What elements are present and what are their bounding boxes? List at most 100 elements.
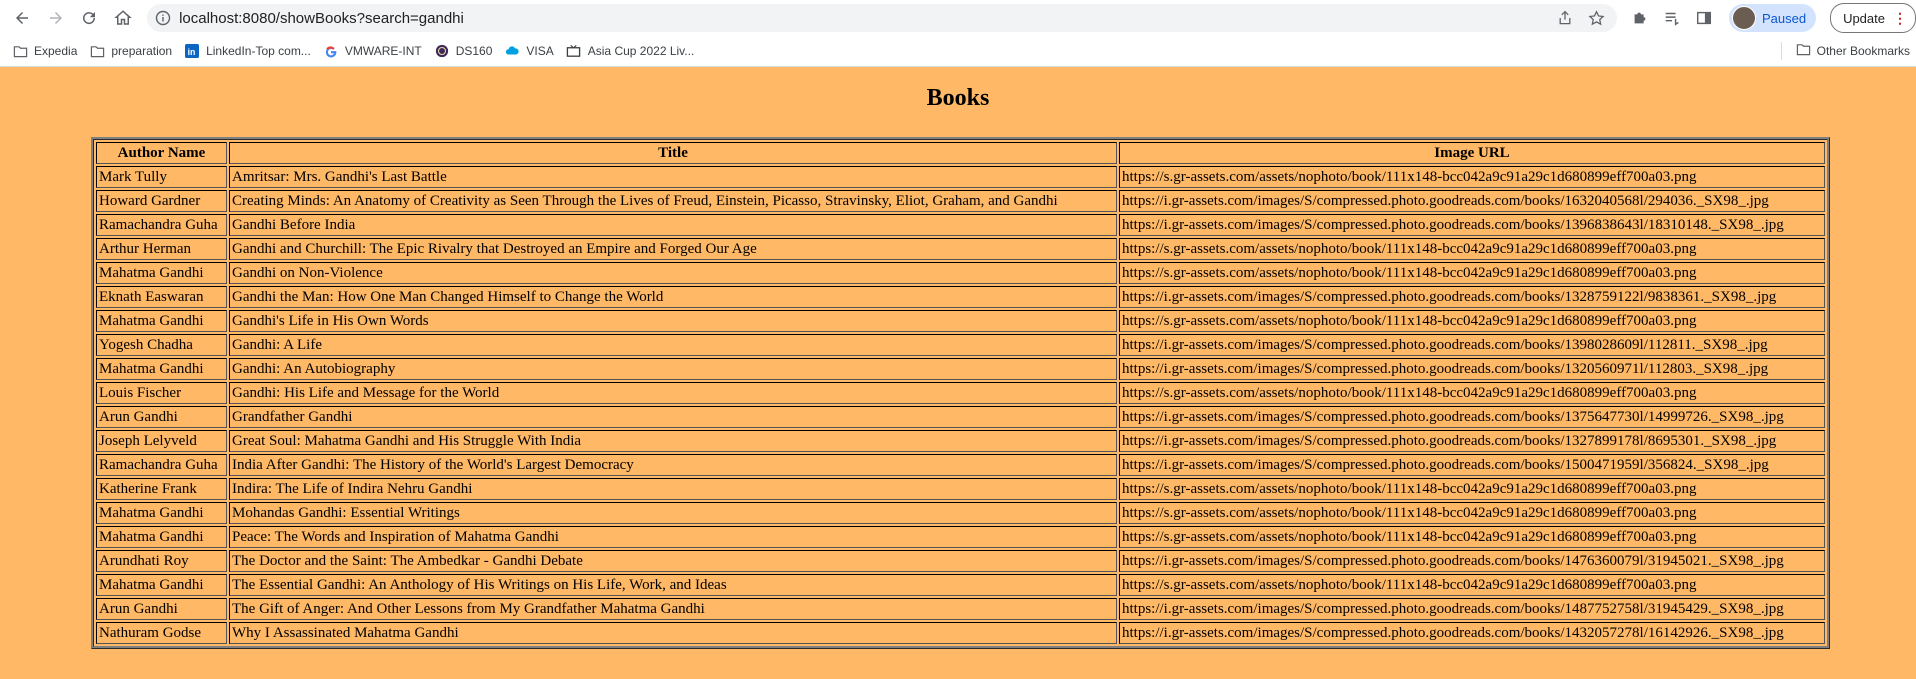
title-cell: Creating Minds: An Anatomy of Creativity… [229,190,1117,212]
table-row: Ramachandra Guha Gandhi Before India https… [96,214,1825,236]
table-row: Joseph Lelyveld Great Soul: Mahatma Gandh… [96,430,1825,452]
bookmark-label: preparation [111,44,173,58]
extensions-puzzle-icon[interactable] [1629,7,1651,29]
image-url-cell: https://i.gr-assets.com/images/S/compres… [1119,286,1825,308]
author-cell: Louis Fischer [96,382,227,404]
table-row: Nathuram Godse Why I Assassinated Mahatma… [96,622,1825,644]
forward-button[interactable] [42,4,70,32]
bookmark-preparation[interactable]: preparation [89,43,172,59]
bookmark-label: VISA [526,44,554,58]
column-header-author: Author Name [96,142,227,164]
bookmark-label: DS160 [455,44,493,58]
bookmark-label: LinkedIn-Top com... [206,44,311,58]
title-cell: The Doctor and the Saint: The Ambedkar -… [229,550,1117,572]
title-cell: Gandhi on Non-Violence [229,262,1117,284]
image-url-cell: https://s.gr-assets.com/assets/nophoto/b… [1119,166,1825,188]
address-bar[interactable] [147,4,1617,32]
bookmark-asia-cup[interactable]: Asia Cup 2022 Liv... [566,43,695,59]
linkedin-icon: in [184,43,200,59]
bookmark-visa[interactable]: VISA [504,43,554,59]
title-cell: India After Gandhi: The History of the W… [229,454,1117,476]
page-content: Books Author Name Title Image URL Mark T… [0,67,1916,649]
seal-icon [434,43,450,59]
bookmarks-bar: Expedia preparation in LinkedIn-Top com.… [0,36,1916,67]
table-row: Eknath Easwaran Gandhi the Man: How One M… [96,286,1825,308]
title-cell: The Essential Gandhi: An Anthology of Hi… [229,574,1117,596]
home-icon [114,10,132,25]
share-icon[interactable] [1555,8,1575,28]
author-cell: Eknath Easwaran [96,286,227,308]
author-cell: Mahatma Gandhi [96,310,227,332]
site-info-icon[interactable] [155,10,171,26]
title-cell: Gandhi's Life in His Own Words [229,310,1117,332]
update-button[interactable]: Update ⋮ [1830,3,1916,33]
author-cell: Arun Gandhi [96,406,227,428]
bookmark-ds160[interactable]: DS160 [434,43,493,59]
browser-chrome: Paused Update ⋮ Expedia preparation in L [0,0,1916,67]
image-url-cell: https://i.gr-assets.com/images/S/compres… [1119,334,1825,356]
bookmark-label: Expedia [34,44,78,58]
author-cell: Mahatma Gandhi [96,358,227,380]
profile-button[interactable]: Paused [1728,4,1817,32]
table-row: Mahatma Gandhi Mohandas Gandhi: Essential… [96,502,1825,524]
url-input[interactable] [179,9,1480,27]
image-url-cell: https://i.gr-assets.com/images/S/compres… [1119,190,1825,212]
reload-button[interactable] [76,4,104,32]
image-url-cell: https://i.gr-assets.com/images/S/compres… [1119,214,1825,236]
table-row: Yogesh Chadha Gandhi: A Life https://i.gr-… [96,334,1825,356]
table-row: Ramachandra Guha India After Gandhi: The … [96,454,1825,476]
author-cell: Arthur Herman [96,238,227,260]
bookmark-label: VMWARE-INT [344,44,422,58]
bookmark-expedia[interactable]: Expedia [12,43,77,59]
title-cell: Gandhi the Man: How One Man Changed Hims… [229,286,1117,308]
author-cell: Arun Gandhi [96,598,227,620]
table-row: Louis Fischer Gandhi: His Life and Messag… [96,382,1825,404]
author-cell: Ramachandra Guha [96,214,227,236]
title-cell: Amritsar: Mrs. Gandhi's Last Battle [229,166,1117,188]
bookmark-star-icon[interactable] [1587,8,1607,28]
title-cell: Why I Assassinated Mahatma Gandhi [229,622,1117,644]
folder-icon [12,43,28,59]
image-url-cell: https://s.gr-assets.com/assets/nophoto/b… [1119,382,1825,404]
author-cell: Joseph Lelyveld [96,430,227,452]
table-row: Arun Gandhi Grandfather Gandhi https://i.g… [96,406,1825,428]
table-row: Katherine Frank Indira: The Life of Indir… [96,478,1825,500]
table-row: Arundhati Roy The Doctor and the Saint: T… [96,550,1825,572]
title-cell: Gandhi Before India [229,214,1117,236]
folder-icon [1796,42,1811,60]
browser-toolbar: Paused Update ⋮ [0,0,1916,36]
bookmark-label: Asia Cup 2022 Liv... [587,44,695,58]
books-table: Author Name Title Image URL Mark Tully Am… [91,137,1830,649]
arrow-right-icon [49,12,62,24]
author-cell: Yogesh Chadha [96,334,227,356]
cloud-icon [504,43,520,59]
google-icon [323,43,339,59]
more-menu-icon[interactable]: ⋮ [1893,10,1907,27]
column-header-title: Title [229,142,1117,164]
author-cell: Mark Tully [96,166,227,188]
side-panel-icon[interactable] [1693,7,1715,29]
table-row: Mahatma Gandhi Peace: The Words and Inspi… [96,526,1825,548]
svg-text:in: in [188,47,196,57]
other-bookmarks[interactable]: Other Bookmarks [1780,36,1910,66]
title-cell: Indira: The Life of Indira Nehru Gandhi [229,478,1117,500]
page-title: Books [926,85,990,111]
author-cell: Katherine Frank [96,478,227,500]
reload-icon [83,12,96,25]
image-url-cell: https://s.gr-assets.com/assets/nophoto/b… [1119,238,1825,260]
reading-list-icon[interactable] [1661,7,1683,29]
author-cell: Arundhati Roy [96,550,227,572]
toolbar-icons: Paused Update ⋮ [1629,3,1916,33]
bookmark-linkedin[interactable]: in LinkedIn-Top com... [184,43,311,59]
title-cell: Gandhi: An Autobiography [229,358,1117,380]
author-cell: Nathuram Godse [96,622,227,644]
home-button[interactable] [109,4,137,32]
image-url-cell: https://i.gr-assets.com/images/S/compres… [1119,358,1825,380]
image-url-cell: https://i.gr-assets.com/images/S/compres… [1119,622,1825,644]
table-row: Mark Tully Amritsar: Mrs. Gandhi's Last B… [96,166,1825,188]
bookmark-vmware[interactable]: VMWARE-INT [323,43,422,59]
table-row: Arun Gandhi The Gift of Anger: And Other … [96,598,1825,620]
image-url-cell: https://s.gr-assets.com/assets/nophoto/b… [1119,574,1825,596]
back-button[interactable] [8,4,36,32]
table-row: Mahatma Gandhi The Essential Gandhi: An A… [96,574,1825,596]
